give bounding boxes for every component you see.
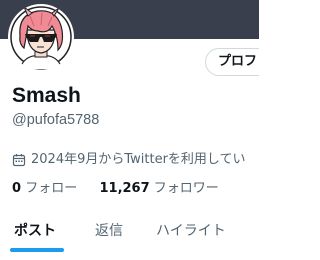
follow-stats: 0 フォロー 11,267 フォロワー [12,180,219,198]
tab-posts[interactable]: ポスト [14,221,56,241]
avatar[interactable] [8,4,74,70]
profile-page: プロフ Smash @pufofa5788 2024年9月からTwitterを利… [0,0,259,260]
active-tab-indicator [10,248,64,252]
followers-count: 11,267 [99,181,150,196]
following-count: 0 [12,181,22,196]
profile-tabs: ポスト 返信 ハイライト [0,210,259,260]
display-name: Smash [12,84,81,107]
tab-highlights[interactable]: ハイライト [156,221,226,241]
joined-date: 2024年9月からTwitterを利用してい [12,151,246,169]
followers-label: フォロワー [153,181,219,196]
avatar-illustration [10,5,72,70]
joined-date-text: 2024年9月からTwitterを利用してい [31,152,246,167]
user-handle: @pufofa5788 [12,112,100,128]
edit-profile-button[interactable]: プロフ [205,48,259,76]
tab-replies[interactable]: 返信 [95,221,123,241]
calendar-icon [12,154,26,167]
followers-link[interactable]: 11,267 フォロワー [95,181,218,196]
following-label: フォロー [25,181,78,196]
following-link[interactable]: 0 フォロー [12,181,81,196]
